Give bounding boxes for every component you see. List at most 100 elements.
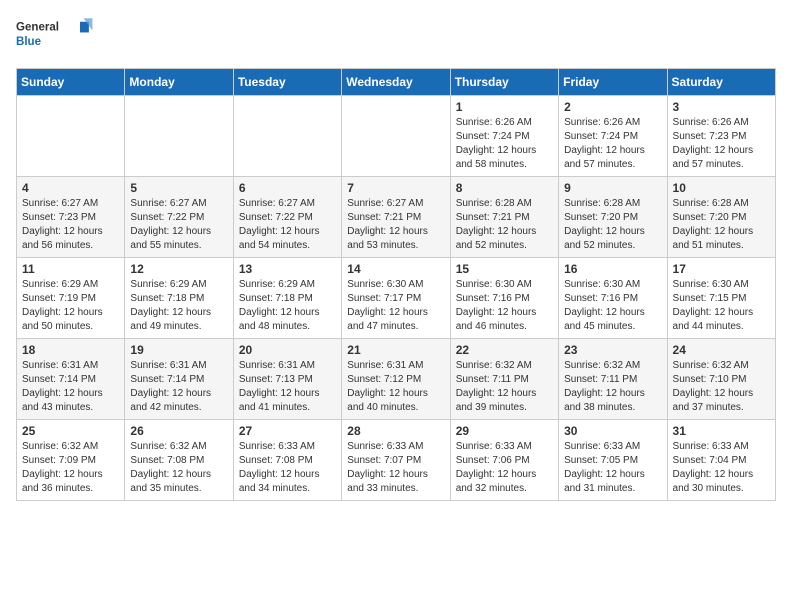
day-info: Sunrise: 6:31 AMSunset: 7:14 PMDaylight:… <box>22 360 103 413</box>
day-info: Sunrise: 6:32 AMSunset: 7:11 PMDaylight:… <box>456 360 537 413</box>
header-day-wednesday: Wednesday <box>342 69 450 96</box>
day-info: Sunrise: 6:27 AMSunset: 7:21 PMDaylight:… <box>347 198 428 251</box>
day-info: Sunrise: 6:27 AMSunset: 7:23 PMDaylight:… <box>22 198 103 251</box>
day-info: Sunrise: 6:33 AMSunset: 7:07 PMDaylight:… <box>347 441 428 494</box>
calendar-cell: 19 Sunrise: 6:31 AMSunset: 7:14 PMDaylig… <box>125 339 233 420</box>
day-number: 11 <box>22 262 119 276</box>
calendar-cell: 15 Sunrise: 6:30 AMSunset: 7:16 PMDaylig… <box>450 258 558 339</box>
calendar-cell: 22 Sunrise: 6:32 AMSunset: 7:11 PMDaylig… <box>450 339 558 420</box>
logo: General Blue <box>16 16 96 56</box>
day-number: 4 <box>22 181 119 195</box>
day-number: 14 <box>347 262 444 276</box>
day-number: 8 <box>456 181 553 195</box>
calendar-cell <box>125 96 233 177</box>
day-number: 12 <box>130 262 227 276</box>
calendar-cell: 17 Sunrise: 6:30 AMSunset: 7:15 PMDaylig… <box>667 258 775 339</box>
calendar-cell: 25 Sunrise: 6:32 AMSunset: 7:09 PMDaylig… <box>17 420 125 501</box>
day-info: Sunrise: 6:31 AMSunset: 7:14 PMDaylight:… <box>130 360 211 413</box>
day-info: Sunrise: 6:26 AMSunset: 7:24 PMDaylight:… <box>564 117 645 170</box>
day-number: 13 <box>239 262 336 276</box>
day-number: 21 <box>347 343 444 357</box>
days-of-week-row: SundayMondayTuesdayWednesdayThursdayFrid… <box>17 69 776 96</box>
calendar-cell: 23 Sunrise: 6:32 AMSunset: 7:11 PMDaylig… <box>559 339 667 420</box>
header-day-friday: Friday <box>559 69 667 96</box>
calendar-cell: 7 Sunrise: 6:27 AMSunset: 7:21 PMDayligh… <box>342 177 450 258</box>
calendar-cell: 28 Sunrise: 6:33 AMSunset: 7:07 PMDaylig… <box>342 420 450 501</box>
week-row-2: 4 Sunrise: 6:27 AMSunset: 7:23 PMDayligh… <box>17 177 776 258</box>
day-number: 29 <box>456 424 553 438</box>
calendar-cell <box>342 96 450 177</box>
calendar-cell: 30 Sunrise: 6:33 AMSunset: 7:05 PMDaylig… <box>559 420 667 501</box>
day-info: Sunrise: 6:28 AMSunset: 7:20 PMDaylight:… <box>564 198 645 251</box>
day-info: Sunrise: 6:32 AMSunset: 7:10 PMDaylight:… <box>673 360 754 413</box>
calendar-cell <box>17 96 125 177</box>
day-info: Sunrise: 6:29 AMSunset: 7:18 PMDaylight:… <box>130 279 211 332</box>
day-number: 24 <box>673 343 770 357</box>
day-number: 2 <box>564 100 661 114</box>
day-info: Sunrise: 6:30 AMSunset: 7:16 PMDaylight:… <box>456 279 537 332</box>
header-day-tuesday: Tuesday <box>233 69 341 96</box>
day-number: 5 <box>130 181 227 195</box>
week-row-1: 1 Sunrise: 6:26 AMSunset: 7:24 PMDayligh… <box>17 96 776 177</box>
day-info: Sunrise: 6:33 AMSunset: 7:04 PMDaylight:… <box>673 441 754 494</box>
header-day-saturday: Saturday <box>667 69 775 96</box>
week-row-3: 11 Sunrise: 6:29 AMSunset: 7:19 PMDaylig… <box>17 258 776 339</box>
day-info: Sunrise: 6:27 AMSunset: 7:22 PMDaylight:… <box>239 198 320 251</box>
page-header: General Blue <box>16 16 776 56</box>
calendar-cell: 20 Sunrise: 6:31 AMSunset: 7:13 PMDaylig… <box>233 339 341 420</box>
day-info: Sunrise: 6:31 AMSunset: 7:12 PMDaylight:… <box>347 360 428 413</box>
header-day-thursday: Thursday <box>450 69 558 96</box>
calendar-cell: 31 Sunrise: 6:33 AMSunset: 7:04 PMDaylig… <box>667 420 775 501</box>
day-info: Sunrise: 6:33 AMSunset: 7:06 PMDaylight:… <box>456 441 537 494</box>
calendar-cell: 2 Sunrise: 6:26 AMSunset: 7:24 PMDayligh… <box>559 96 667 177</box>
day-number: 6 <box>239 181 336 195</box>
day-info: Sunrise: 6:29 AMSunset: 7:19 PMDaylight:… <box>22 279 103 332</box>
day-number: 15 <box>456 262 553 276</box>
day-info: Sunrise: 6:32 AMSunset: 7:09 PMDaylight:… <box>22 441 103 494</box>
day-number: 18 <box>22 343 119 357</box>
calendar-body: 1 Sunrise: 6:26 AMSunset: 7:24 PMDayligh… <box>17 96 776 501</box>
day-number: 10 <box>673 181 770 195</box>
calendar-cell: 4 Sunrise: 6:27 AMSunset: 7:23 PMDayligh… <box>17 177 125 258</box>
day-number: 28 <box>347 424 444 438</box>
calendar-cell: 5 Sunrise: 6:27 AMSunset: 7:22 PMDayligh… <box>125 177 233 258</box>
calendar-cell: 18 Sunrise: 6:31 AMSunset: 7:14 PMDaylig… <box>17 339 125 420</box>
day-number: 17 <box>673 262 770 276</box>
day-number: 1 <box>456 100 553 114</box>
day-info: Sunrise: 6:32 AMSunset: 7:08 PMDaylight:… <box>130 441 211 494</box>
calendar-table: SundayMondayTuesdayWednesdayThursdayFrid… <box>16 68 776 501</box>
day-info: Sunrise: 6:32 AMSunset: 7:11 PMDaylight:… <box>564 360 645 413</box>
calendar-cell: 9 Sunrise: 6:28 AMSunset: 7:20 PMDayligh… <box>559 177 667 258</box>
week-row-4: 18 Sunrise: 6:31 AMSunset: 7:14 PMDaylig… <box>17 339 776 420</box>
day-info: Sunrise: 6:33 AMSunset: 7:05 PMDaylight:… <box>564 441 645 494</box>
day-number: 3 <box>673 100 770 114</box>
day-info: Sunrise: 6:30 AMSunset: 7:15 PMDaylight:… <box>673 279 754 332</box>
week-row-5: 25 Sunrise: 6:32 AMSunset: 7:09 PMDaylig… <box>17 420 776 501</box>
calendar-cell: 29 Sunrise: 6:33 AMSunset: 7:06 PMDaylig… <box>450 420 558 501</box>
day-number: 26 <box>130 424 227 438</box>
calendar-header: SundayMondayTuesdayWednesdayThursdayFrid… <box>17 69 776 96</box>
calendar-cell: 13 Sunrise: 6:29 AMSunset: 7:18 PMDaylig… <box>233 258 341 339</box>
header-day-sunday: Sunday <box>17 69 125 96</box>
day-info: Sunrise: 6:30 AMSunset: 7:16 PMDaylight:… <box>564 279 645 332</box>
calendar-cell: 6 Sunrise: 6:27 AMSunset: 7:22 PMDayligh… <box>233 177 341 258</box>
svg-text:General: General <box>16 22 59 34</box>
calendar-cell: 21 Sunrise: 6:31 AMSunset: 7:12 PMDaylig… <box>342 339 450 420</box>
day-number: 30 <box>564 424 661 438</box>
generalblue-logo-icon: General Blue <box>16 16 96 56</box>
day-number: 16 <box>564 262 661 276</box>
day-number: 19 <box>130 343 227 357</box>
svg-text:Blue: Blue <box>16 36 42 48</box>
day-info: Sunrise: 6:26 AMSunset: 7:24 PMDaylight:… <box>456 117 537 170</box>
day-number: 27 <box>239 424 336 438</box>
calendar-cell: 8 Sunrise: 6:28 AMSunset: 7:21 PMDayligh… <box>450 177 558 258</box>
calendar-cell: 27 Sunrise: 6:33 AMSunset: 7:08 PMDaylig… <box>233 420 341 501</box>
day-info: Sunrise: 6:33 AMSunset: 7:08 PMDaylight:… <box>239 441 320 494</box>
day-number: 25 <box>22 424 119 438</box>
day-info: Sunrise: 6:29 AMSunset: 7:18 PMDaylight:… <box>239 279 320 332</box>
calendar-cell: 24 Sunrise: 6:32 AMSunset: 7:10 PMDaylig… <box>667 339 775 420</box>
day-number: 23 <box>564 343 661 357</box>
day-info: Sunrise: 6:30 AMSunset: 7:17 PMDaylight:… <box>347 279 428 332</box>
calendar-cell: 12 Sunrise: 6:29 AMSunset: 7:18 PMDaylig… <box>125 258 233 339</box>
calendar-cell: 16 Sunrise: 6:30 AMSunset: 7:16 PMDaylig… <box>559 258 667 339</box>
